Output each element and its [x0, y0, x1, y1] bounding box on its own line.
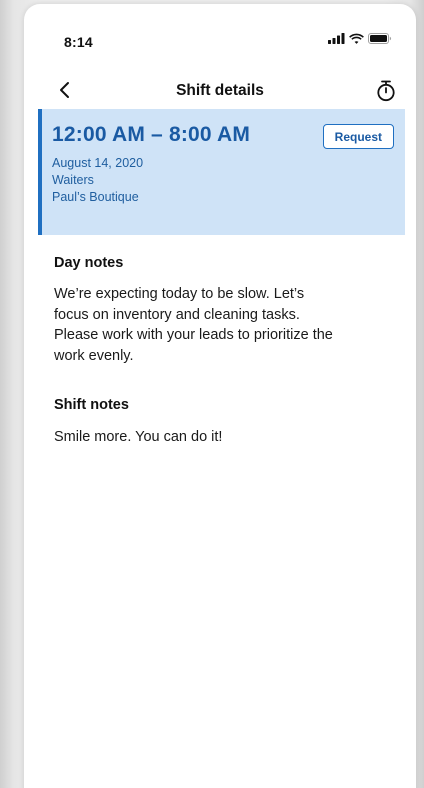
shift-date: August 14, 2020	[52, 156, 144, 170]
day-notes-line: work evenly.	[54, 347, 134, 364]
stopwatch-icon	[377, 80, 395, 102]
battery-icon	[368, 33, 392, 44]
request-button[interactable]: Request	[322, 124, 394, 149]
page-title: Shift details	[176, 82, 264, 99]
phone-screen: 8:14 Shift details 12:00 AM – 8:00 AM Au…	[24, 4, 416, 788]
stopwatch-button[interactable]	[372, 77, 400, 105]
status-time: 8:14	[64, 34, 93, 50]
shift-time-range: 12:00 AM – 8:00 AM	[52, 123, 251, 146]
signal-icon	[328, 33, 345, 44]
shift-notes-title: Shift notes	[54, 397, 129, 413]
wifi-icon	[349, 33, 364, 44]
status-icons	[328, 33, 392, 44]
status-bar: 8:14	[24, 4, 416, 78]
shift-role: Waiters	[52, 173, 94, 187]
shift-card: 12:00 AM – 8:00 AM August 14, 2020 Waite…	[38, 109, 405, 235]
shift-location: Paul’s Boutique	[52, 190, 139, 204]
shift-notes-text: Smile more. You can do it!	[54, 429, 223, 445]
day-notes-line: Please work with your leads to prioritiz…	[54, 327, 333, 343]
day-notes-title: Day notes	[54, 255, 124, 271]
day-notes-line: We’re expecting today to be slow. Let’s	[54, 286, 305, 302]
day-notes-text: We’re expecting today to be slow. Let’s …	[54, 284, 394, 366]
day-notes-line: focus on inventory and cleaning tasks.	[54, 306, 300, 323]
navigation-bar: Shift details	[24, 74, 416, 108]
